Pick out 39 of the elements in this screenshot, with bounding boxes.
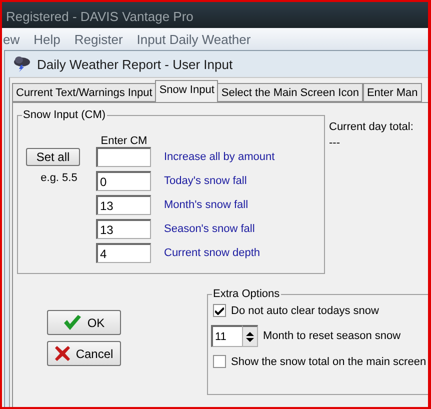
spin-button[interactable] [242,325,258,347]
set-all-button[interactable]: Set all [26,148,80,166]
checkbox[interactable] [213,304,226,317]
cancel-button[interactable]: Cancel [47,341,121,366]
checkbox-label: Show the snow total on the main screen [231,356,426,368]
field-label: Increase all by amount [163,151,276,163]
snow-input-field[interactable]: 4 [96,243,151,263]
field-label: Today's snow fall [163,175,248,187]
up-down-arrows-icon [246,330,254,342]
checkbox[interactable] [213,355,226,368]
field-label: Season's snow fall [163,223,256,235]
current-day-total-label: Current day total: [329,121,414,133]
spinner-label: Month to reset season snow [263,330,401,342]
menu-item[interactable]: Input Daily Weather [136,32,251,46]
checkmark-icon [63,315,82,330]
column-heading: Enter CM [100,135,148,147]
menu-item[interactable]: ew [3,32,20,46]
checkbox-label: Do not auto clear todays snow [231,304,379,316]
current-day-total-value: --- [329,137,341,149]
x-icon [54,346,70,361]
snow-input-field[interactable]: 0 [96,171,151,191]
menu-item[interactable]: Help [34,32,60,46]
snow-input-field[interactable] [96,147,151,167]
group-title: Snow Input (CM) [22,109,107,121]
app-title: Registered - DAVIS Vantage Pro [2,2,428,28]
menu-item[interactable]: Register [74,32,123,46]
field-label: Current snow depth [163,247,261,259]
dialog-title: Daily Weather Report - User Input [37,56,233,72]
field-label: Month's snow fall [163,199,250,211]
tab[interactable]: Enter Man [362,83,422,102]
snow-input-field[interactable]: 13 [96,195,151,215]
tab[interactable]: Current Text/Warnings Input [12,83,156,102]
ok-button[interactable]: OK [47,310,121,335]
storm-cloud-icon [13,56,31,72]
snow-input-field[interactable]: 13 [96,219,151,239]
month-field[interactable]: 11 [211,325,242,347]
example-text: e.g. 5.5 [40,172,78,184]
tab[interactable]: Select the Main Screen Icon [217,83,363,102]
group-title: Extra Options [212,288,281,300]
